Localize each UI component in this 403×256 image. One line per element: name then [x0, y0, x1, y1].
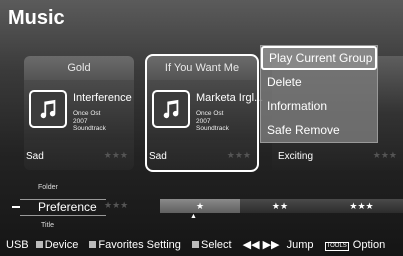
rating-stars: ★★★: [226, 150, 251, 160]
album-year: 2007: [73, 117, 88, 125]
enter-button-icon: [191, 241, 199, 248]
menu-item-play-current-group[interactable]: Play Current Group: [261, 46, 377, 70]
mood-label: Sad: [26, 151, 44, 162]
preference-track: ★ ★★ ★★★: [160, 199, 403, 213]
position-caret-icon: ▲: [190, 213, 197, 220]
device-hint[interactable]: Device: [35, 239, 83, 251]
preference-segment-3-stars[interactable]: ★★★: [320, 199, 403, 213]
preference-group-bar: ★★★ ★ ★★ ★★★: [0, 196, 403, 216]
rating-stars: ★★★: [372, 150, 397, 160]
track-title: Interference: [73, 92, 132, 104]
album-name: Once Ost: [73, 110, 101, 117]
music-screen: Music Gold Interference Once Ost 2007 So…: [0, 0, 403, 256]
mood-label: Exciting: [278, 151, 314, 162]
menu-item-information[interactable]: Information: [261, 94, 377, 118]
footer-help-bar: USB Device Favorites Setting Select ◀◀ ▶…: [0, 234, 403, 256]
option-hint[interactable]: TOOLS Option: [324, 239, 390, 251]
track-title: Marketa Irgl...: [196, 92, 264, 104]
favorites-setting-hint[interactable]: Favorites Setting: [89, 239, 185, 251]
album-genre: Soundtrack: [196, 125, 229, 132]
sort-option-title[interactable]: Title: [41, 222, 54, 229]
card-track-info: Interference Once Ost 2007 Soundtrack: [24, 80, 134, 140]
music-group-card-if-you-want-me[interactable]: If You Want Me Marketa Irgl... Once Ost …: [145, 54, 263, 172]
music-note-icon: [152, 90, 190, 128]
skip-arrows-icon: ◀◀ ▶▶: [242, 239, 280, 251]
select-hint[interactable]: Select: [191, 239, 236, 251]
track-meta: Once Ost 2007 Soundtrack: [196, 110, 229, 133]
menu-item-safe-remove[interactable]: Safe Remove: [261, 118, 377, 142]
tools-button-icon: TOOLS: [324, 242, 349, 251]
page-title: Music: [8, 7, 65, 29]
album-genre: Soundtrack: [73, 125, 106, 132]
track-meta: Once Ost 2007 Soundtrack: [73, 110, 106, 133]
mood-label: Sad: [149, 151, 167, 162]
sort-option-folder[interactable]: Folder: [38, 184, 58, 191]
red-button-icon: [35, 241, 43, 248]
music-note-icon: [29, 90, 67, 128]
card-track-info: Marketa Irgl... Once Ost 2007 Soundtrack: [147, 80, 263, 140]
rating-stars: ★★★: [103, 150, 128, 160]
preference-segment-1-star[interactable]: ★: [160, 199, 240, 213]
card-group-title: If You Want Me: [164, 62, 240, 74]
music-group-card-gold[interactable]: Gold Interference Once Ost 2007 Soundtra…: [24, 56, 134, 170]
rating-stars: ★★★: [104, 200, 129, 210]
preference-segment-2-stars[interactable]: ★★: [240, 199, 320, 213]
album-name: Once Ost: [196, 110, 224, 117]
context-menu: Play Current Group Delete Information Sa…: [260, 45, 378, 143]
menu-item-delete[interactable]: Delete: [261, 70, 377, 94]
green-button-icon: [89, 241, 97, 248]
card-group-title: Gold: [67, 62, 91, 74]
album-year: 2007: [196, 117, 211, 125]
source-label: USB: [6, 239, 29, 251]
jump-hint[interactable]: ◀◀ ▶▶ Jump: [243, 239, 318, 251]
